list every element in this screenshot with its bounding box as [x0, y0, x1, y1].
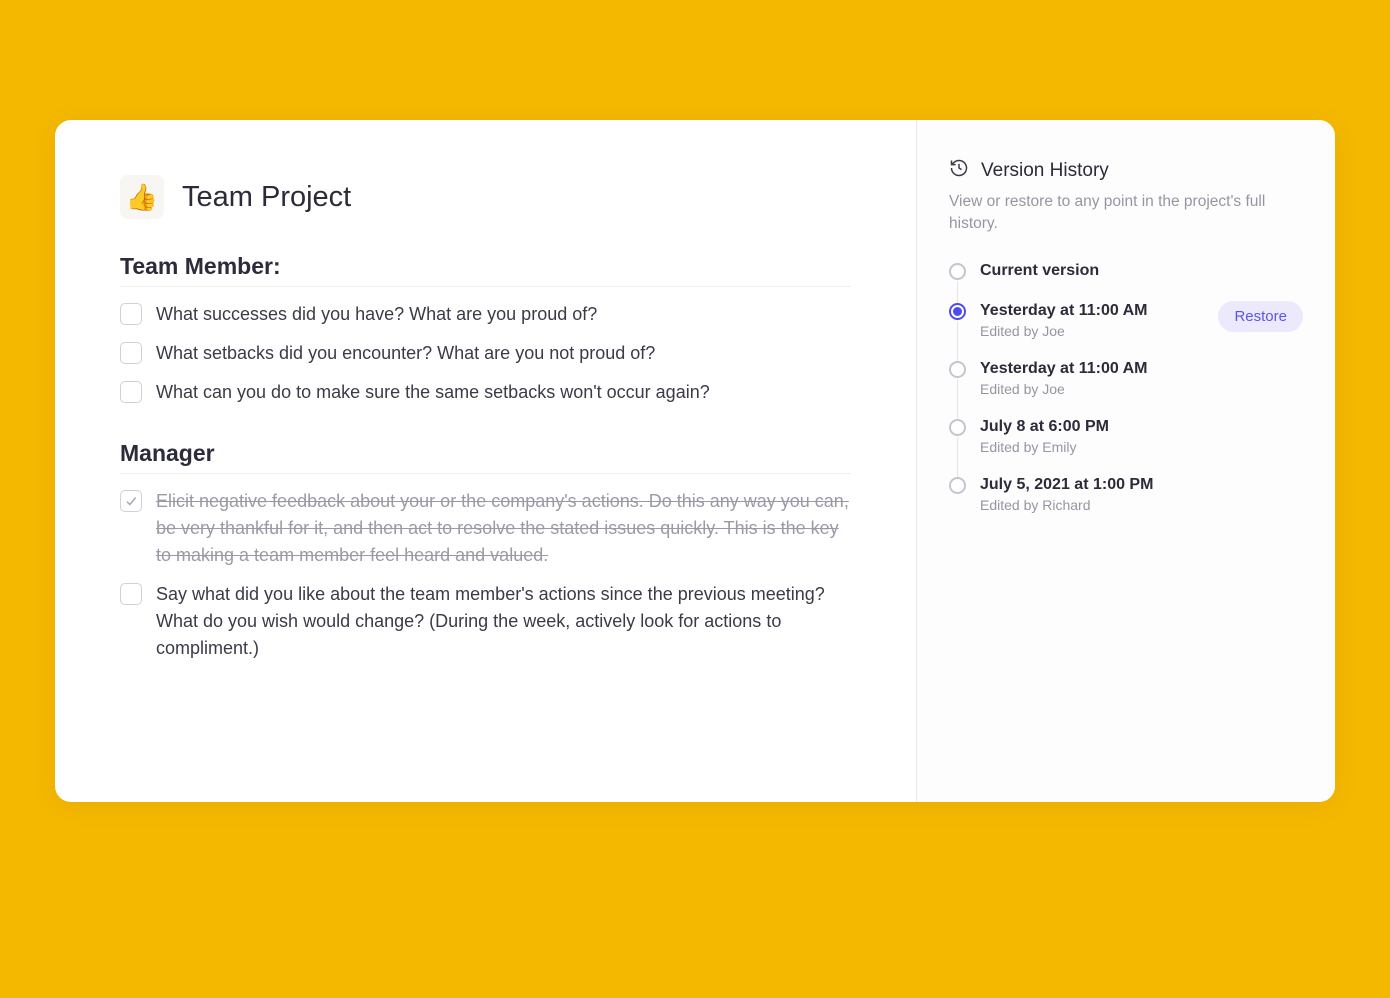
section-heading[interactable]: Team Member: — [120, 253, 851, 287]
version-text: Yesterday at 11:00 AM Edited by Joe — [980, 301, 1148, 339]
version-radio[interactable] — [949, 477, 966, 494]
checklist-item: What can you do to make sure the same se… — [120, 379, 851, 406]
section: Team Member: What successes did you have?… — [120, 253, 851, 406]
checklist-item: What setbacks did you encounter? What ar… — [120, 340, 851, 367]
version-history-item[interactable]: July 5, 2021 at 1:00 PM Edited by Richard — [949, 475, 1303, 513]
checklist-item: What successes did you have? What are yo… — [120, 301, 851, 328]
version-timestamp: July 8 at 6:00 PM — [980, 417, 1109, 437]
checklist-item-text[interactable]: Elicit negative feedback about your or t… — [156, 488, 851, 569]
version-text: Yesterday at 11:00 AM Edited by Joe — [980, 359, 1148, 397]
document-title-row: 👍 Team Project — [120, 175, 851, 219]
version-body: July 5, 2021 at 1:00 PM Edited by Richard — [980, 475, 1303, 513]
version-editor: Edited by Richard — [980, 497, 1153, 513]
version-editor: Edited by Joe — [980, 381, 1148, 397]
checklist-item: Elicit negative feedback about your or t… — [120, 488, 851, 569]
checkbox[interactable] — [120, 381, 142, 403]
checklist-item-text[interactable]: Say what did you like about the team mem… — [156, 581, 851, 662]
thumbs-up-icon: 👍 — [126, 182, 158, 213]
version-timestamp: Current version — [980, 261, 1099, 281]
checklist-item: Say what did you like about the team mem… — [120, 581, 851, 662]
version-body: July 8 at 6:00 PM Edited by Emily — [980, 417, 1303, 455]
version-timestamp: Yesterday at 11:00 AM — [980, 301, 1148, 321]
version-editor: Edited by Emily — [980, 439, 1109, 455]
version-history-pane: Version History View or restore to any p… — [917, 120, 1335, 802]
version-radio[interactable] — [949, 361, 966, 378]
version-text: July 5, 2021 at 1:00 PM Edited by Richard — [980, 475, 1153, 513]
app-window: 👍 Team Project Team Member: What successe… — [55, 120, 1335, 802]
checklist-item-text[interactable]: What setbacks did you encounter? What ar… — [156, 340, 655, 367]
version-history-header: Version History — [949, 158, 1303, 183]
checklist-item-text[interactable]: What successes did you have? What are yo… — [156, 301, 597, 328]
version-radio[interactable] — [949, 263, 966, 280]
version-body: Current version — [980, 261, 1303, 281]
section: Manager Elicit negative feedback about yo… — [120, 440, 851, 662]
version-history-item[interactable]: July 8 at 6:00 PM Edited by Emily — [949, 417, 1303, 475]
version-text: Current version — [980, 261, 1099, 281]
section-heading[interactable]: Manager — [120, 440, 851, 474]
version-editor: Edited by Joe — [980, 323, 1148, 339]
version-history-subtitle: View or restore to any point in the proj… — [949, 191, 1269, 235]
checklist-item-text[interactable]: What can you do to make sure the same se… — [156, 379, 710, 406]
version-timestamp: July 5, 2021 at 1:00 PM — [980, 475, 1153, 495]
restore-button[interactable]: Restore — [1218, 301, 1303, 332]
version-history-item[interactable]: Yesterday at 11:00 AM Edited by Joe — [949, 359, 1303, 417]
version-history-title: Version History — [981, 160, 1109, 182]
document-pane: 👍 Team Project Team Member: What successe… — [55, 120, 917, 802]
checkbox[interactable] — [120, 583, 142, 605]
version-body: Yesterday at 11:00 AM Edited by Joe Restor… — [980, 301, 1303, 339]
version-history-item[interactable]: Yesterday at 11:00 AM Edited by Joe Restor… — [949, 301, 1303, 359]
checkbox[interactable] — [120, 303, 142, 325]
version-history-list: Current version Yesterday at 11:00 AM Edit… — [949, 261, 1303, 513]
document-title[interactable]: Team Project — [182, 181, 351, 214]
checkbox[interactable] — [120, 342, 142, 364]
version-body: Yesterday at 11:00 AM Edited by Joe — [980, 359, 1303, 397]
checkbox[interactable] — [120, 490, 142, 512]
version-timestamp: Yesterday at 11:00 AM — [980, 359, 1148, 379]
document-emoji-icon[interactable]: 👍 — [120, 175, 164, 219]
history-icon — [949, 158, 969, 183]
version-text: July 8 at 6:00 PM Edited by Emily — [980, 417, 1109, 455]
version-radio[interactable] — [949, 303, 966, 320]
version-radio[interactable] — [949, 419, 966, 436]
version-history-item[interactable]: Current version — [949, 261, 1303, 301]
